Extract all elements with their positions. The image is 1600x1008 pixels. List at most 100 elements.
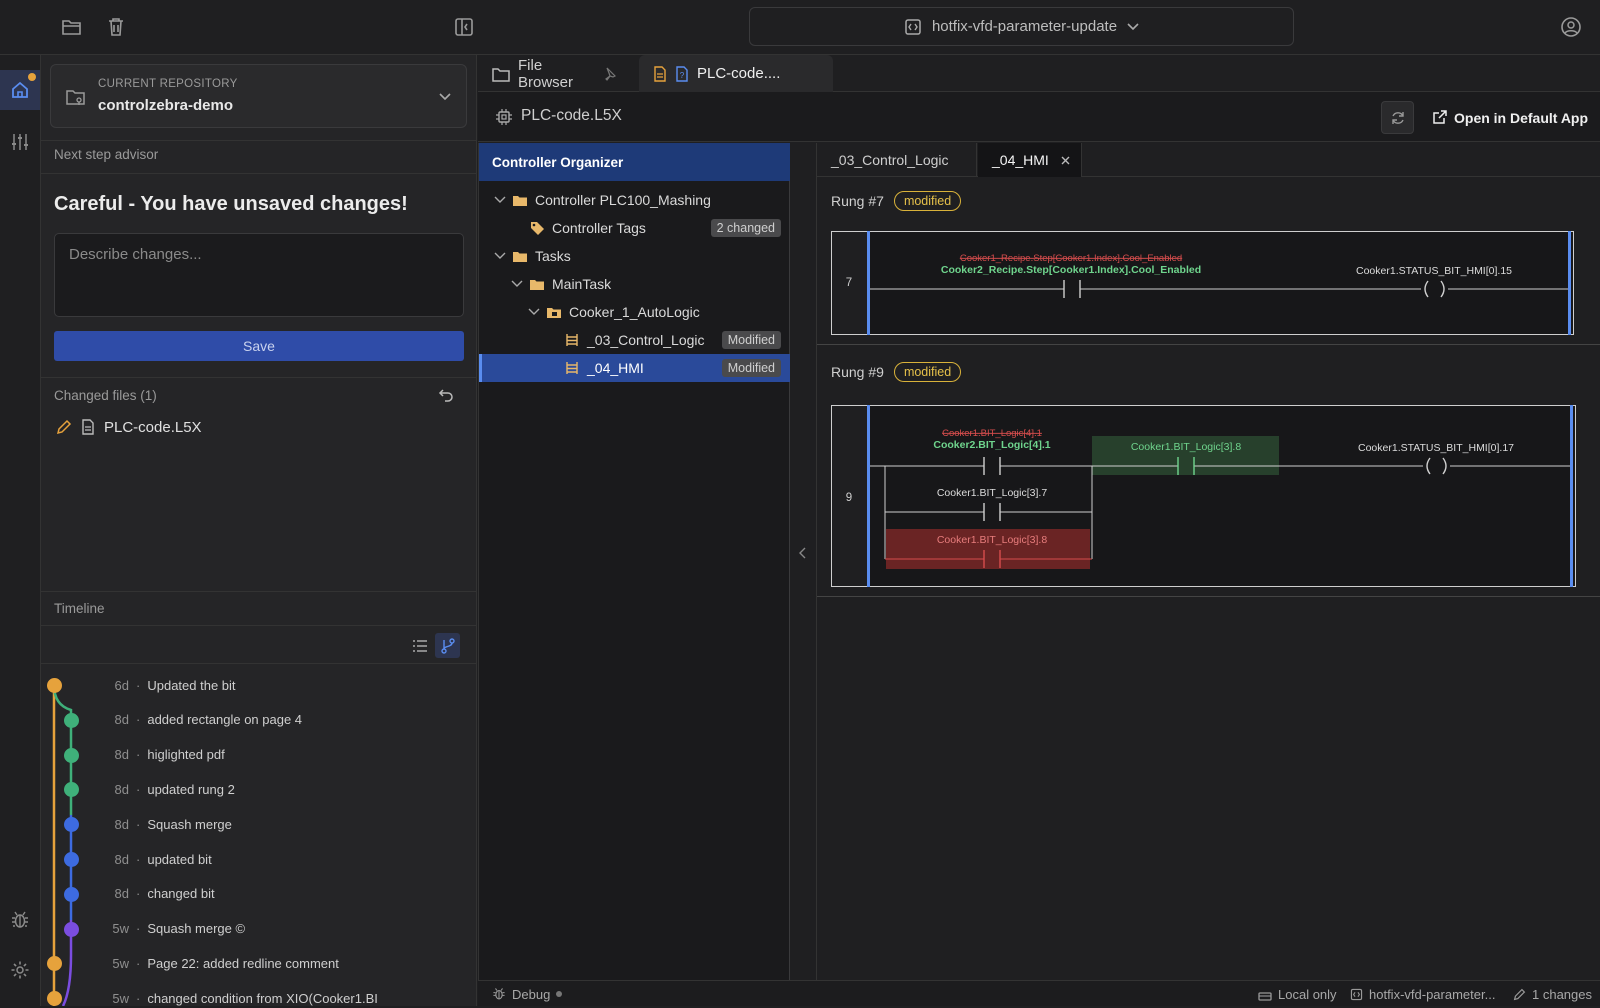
tab-label: PLC-code....	[697, 65, 781, 82]
rung-9-diagram: 9 Cooker1.BIT_Logic[4].1 Cooker2.BIT_Log…	[831, 405, 1576, 587]
tree-item-tasks[interactable]: Tasks	[479, 242, 790, 270]
changes-status[interactable]: 1 changes	[1513, 981, 1592, 1007]
rung-divider	[817, 596, 1600, 597]
settings-sliders-button[interactable]	[0, 122, 40, 162]
timeline-item[interactable]: 8d · added rectangle on page 4	[99, 710, 303, 730]
open-default-app-button[interactable]: Open in Default App	[1432, 101, 1588, 134]
settings-button[interactable]	[0, 950, 40, 990]
changed-file-name: PLC-code.L5X	[104, 418, 202, 436]
repository-selector[interactable]: CURRENT REPOSITORY controlzebra-demo	[50, 64, 467, 128]
separator: ·	[136, 781, 141, 797]
timeline-item[interactable]: 6d · Updated the bit	[99, 675, 236, 695]
commit-message: changed bit	[147, 886, 215, 902]
commit-message: Squash merge ©	[147, 921, 246, 937]
separator: ·	[136, 816, 141, 832]
commit-age: 8d	[114, 816, 129, 832]
folder-open-icon	[529, 278, 545, 291]
branch-status[interactable]: hotfix-vfd-parameter...	[1350, 981, 1495, 1007]
file-icon	[81, 419, 95, 435]
graph-view-icon[interactable]	[435, 633, 460, 658]
activity-rail	[0, 55, 41, 1006]
commit-dot	[64, 747, 79, 763]
changes-label: 1 changes	[1532, 986, 1592, 1002]
timeline-item[interactable]: 8d · changed bit	[99, 884, 215, 904]
commit-message: Page 22: added redline comment	[147, 955, 339, 971]
chevron-down-icon[interactable]	[511, 280, 523, 288]
user-profile-icon[interactable]	[1559, 14, 1583, 40]
close-icon[interactable]	[1061, 156, 1070, 165]
commit-age: 8d	[114, 851, 129, 867]
tree-item-controller-tags[interactable]: Controller Tags 2 changed	[479, 214, 790, 242]
chevron-left-icon[interactable]	[799, 547, 807, 559]
ladder-routine-icon	[566, 333, 578, 347]
branch-name: hotfix-vfd-parameter-update	[931, 18, 1118, 35]
panel-splitter[interactable]	[790, 143, 817, 980]
save-button[interactable]: Save	[54, 331, 464, 361]
commit-age: 5w	[112, 955, 129, 971]
changed-file-item[interactable]: PLC-code.L5X	[56, 415, 202, 439]
divider	[41, 625, 477, 626]
tree-item-routine-control-logic[interactable]: _03_Control_Logic Modified	[479, 326, 790, 354]
open-folder-icon[interactable]	[60, 14, 84, 40]
code-branch-icon	[904, 18, 922, 36]
tree-item-maintask[interactable]: MainTask	[479, 270, 790, 298]
tree-item-routine-hmi[interactable]: _04_HMI Modified	[479, 354, 790, 382]
commit-message: higlighted pdf	[147, 747, 225, 763]
timeline-item[interactable]: 5w · Page 22: added redline comment	[99, 953, 339, 973]
repository-icon	[65, 86, 87, 108]
commit-dot	[47, 678, 62, 693]
pencil-icon	[56, 419, 72, 435]
sync-status[interactable]: Local only	[1258, 981, 1337, 1007]
tab-label: _04_HMI	[992, 152, 1049, 168]
tab-file-browser[interactable]: File Browser	[478, 55, 630, 92]
tree-label: Tasks	[535, 248, 571, 264]
commit-message: added rectangle on page 4	[147, 712, 303, 728]
pin-icon[interactable]	[602, 67, 616, 81]
external-link-icon	[1432, 110, 1447, 125]
tab-hmi[interactable]: _04_HMI	[978, 143, 1082, 177]
open-default-app-label: Open in Default App	[1454, 109, 1589, 126]
repository-name: controlzebra-demo	[98, 97, 234, 114]
debug-label: Debug	[512, 986, 551, 1002]
tree-item-program[interactable]: Cooker_1_AutoLogic	[479, 298, 790, 326]
toggle-sidebar-icon[interactable]	[452, 14, 476, 40]
tab-control-logic[interactable]: _03_Control_Logic	[817, 143, 977, 177]
chevron-down-icon[interactable]	[494, 252, 506, 260]
coil-tag: Cooker1.STATUS_BIT_HMI[0].15	[1356, 265, 1512, 277]
commit-message: changed condition from XIO(Cooker1.BI	[147, 990, 378, 1006]
file-title: PLC-code.L5X	[521, 107, 622, 124]
undo-icon[interactable]	[438, 387, 454, 403]
separator: ·	[136, 955, 141, 971]
timeline-item[interactable]: 8d · updated rung 2	[99, 779, 235, 799]
divider	[41, 140, 477, 141]
home-icon	[10, 80, 30, 100]
chevron-down-icon[interactable]	[528, 308, 540, 316]
describe-changes-input[interactable]: Describe changes...	[54, 233, 464, 317]
trash-icon[interactable]	[104, 14, 128, 40]
chevron-down-icon[interactable]	[494, 196, 506, 204]
tree-item-controller[interactable]: Controller PLC100_Mashing	[479, 186, 790, 214]
debug-status[interactable]: Debug	[492, 981, 563, 1007]
program-folder-icon	[546, 306, 562, 319]
modified-file-icon	[653, 65, 667, 82]
timeline-item[interactable]: 5w · Squash merge ©	[99, 919, 245, 939]
tree-label: Controller Tags	[552, 220, 646, 236]
home-nav-button[interactable]	[0, 70, 40, 110]
commit-message: Squash merge	[147, 816, 232, 832]
timeline-item[interactable]: 8d · higlighted pdf	[99, 745, 225, 765]
tab-plc-code[interactable]: ? PLC-code....	[639, 55, 833, 92]
timeline-item[interactable]: 8d · Squash merge	[99, 814, 232, 834]
branch-selector[interactable]: hotfix-vfd-parameter-update	[749, 7, 1294, 46]
unsaved-changes-heading: Careful - You have unsaved changes!	[54, 193, 408, 215]
refresh-button[interactable]	[1381, 101, 1414, 134]
timeline-item[interactable]: 5w · changed condition from XIO(Cooker1.BI	[99, 988, 378, 1008]
separator: ·	[136, 921, 141, 937]
divider	[41, 173, 477, 174]
debug-nav-button[interactable]	[0, 900, 40, 940]
rung-label: Rung	[831, 193, 865, 209]
gear-icon	[10, 960, 30, 980]
timeline-item[interactable]: 8d · updated bit	[99, 849, 212, 869]
folder-icon	[492, 66, 510, 82]
list-view-icon[interactable]	[409, 635, 431, 657]
removed-contact-tag: Cooker1.BIT_Logic[3].8	[937, 534, 1047, 546]
